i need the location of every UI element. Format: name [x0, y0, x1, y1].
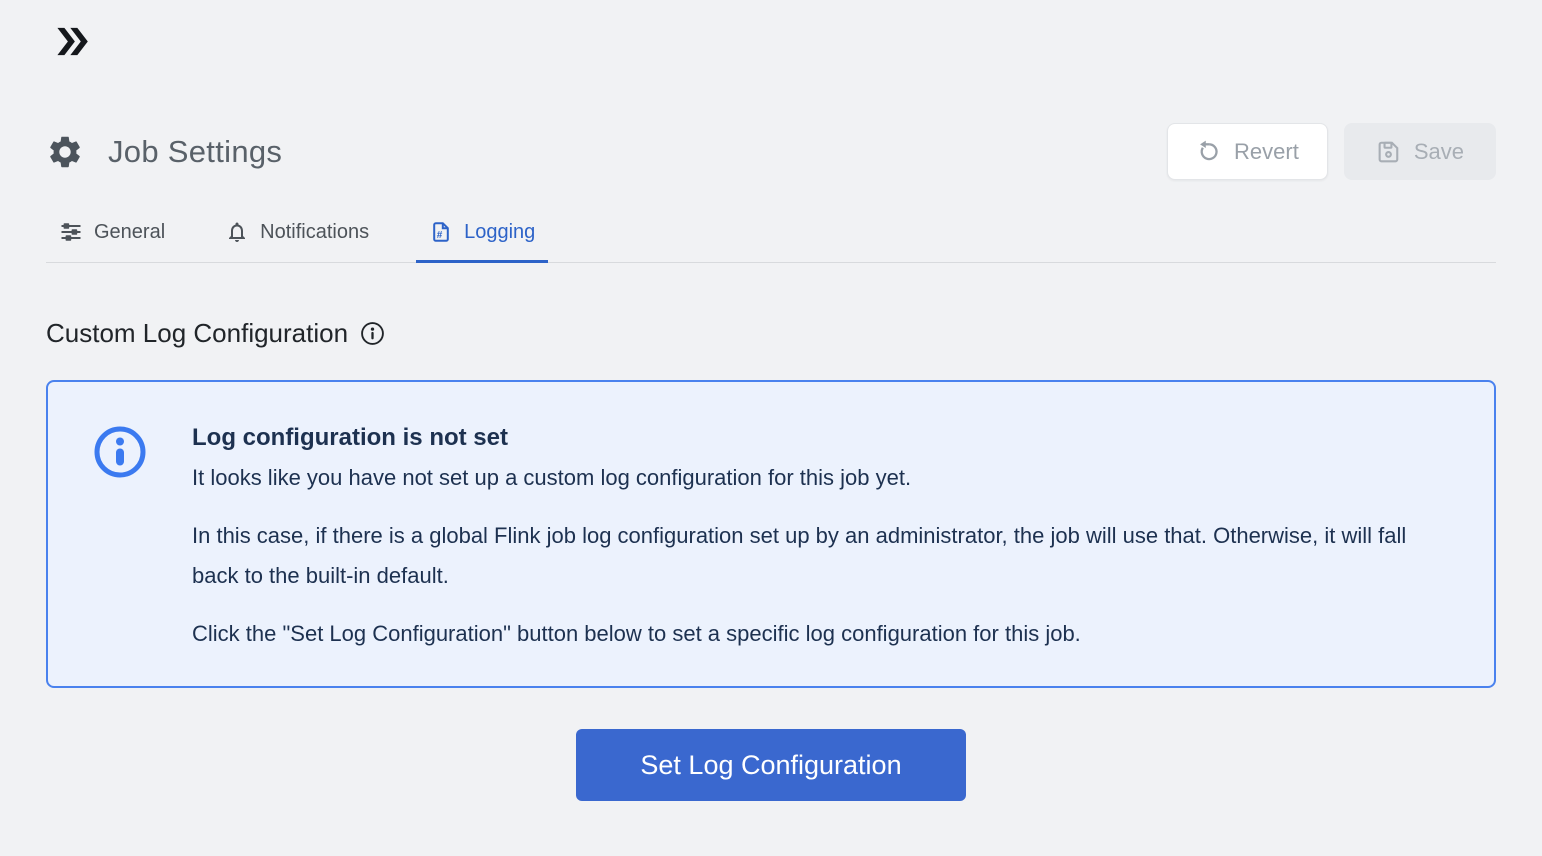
alert-paragraph: It looks like you have not set up a cust… [192, 458, 1450, 498]
svg-text:#: # [437, 230, 443, 241]
log-file-icon: # [429, 220, 453, 244]
save-button[interactable]: Save [1344, 123, 1496, 180]
bell-icon [225, 220, 249, 244]
revert-button[interactable]: Revert [1167, 123, 1328, 180]
double-chevron-right-icon [54, 26, 88, 57]
tab-bar: General Notifications # Logging [46, 216, 1496, 263]
undo-icon [1196, 139, 1221, 164]
tab-logging[interactable]: # Logging [416, 216, 548, 262]
tab-logging-label: Logging [464, 221, 535, 244]
primary-action-row: Set Log Configuration [46, 729, 1496, 801]
page-header: Job Settings Revert [46, 123, 1496, 180]
alert-title: Log configuration is not set [192, 424, 1450, 452]
tab-general[interactable]: General [46, 216, 178, 262]
sliders-icon [59, 220, 83, 244]
alert-paragraph: Click the "Set Log Configuration" button… [192, 614, 1450, 654]
logging-tab-panel: Custom Log Configuration Log configurati… [46, 317, 1496, 801]
page-title: Job Settings [108, 134, 282, 170]
tab-notifications[interactable]: Notifications [212, 216, 382, 262]
save-button-label: Save [1414, 139, 1464, 165]
job-settings-page: Job Settings Revert [0, 0, 1542, 856]
tab-general-label: General [94, 221, 165, 244]
info-alert: Log configuration is not set It looks li… [46, 380, 1496, 688]
section-heading: Custom Log Configuration [46, 317, 1496, 349]
gear-icon [46, 133, 84, 171]
tab-notifications-label: Notifications [260, 221, 369, 244]
collapse-panel-button[interactable] [54, 26, 88, 57]
section-heading-label: Custom Log Configuration [46, 317, 348, 349]
alert-paragraph: In this case, if there is a global Flink… [192, 516, 1450, 596]
info-circle-icon [92, 424, 148, 654]
info-outline-icon[interactable] [360, 321, 385, 346]
revert-button-label: Revert [1234, 139, 1299, 165]
set-log-configuration-button[interactable]: Set Log Configuration [576, 729, 966, 801]
save-icon [1376, 139, 1401, 164]
